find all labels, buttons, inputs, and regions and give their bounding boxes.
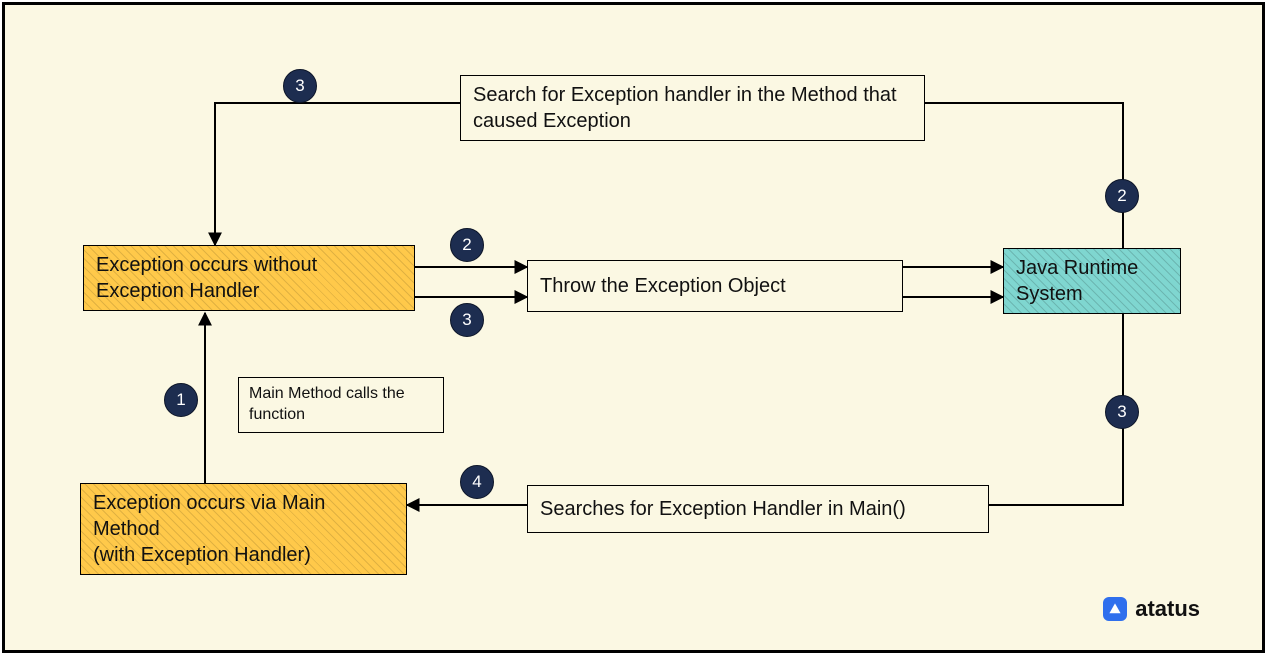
badge-2-mid: 2 [450, 228, 484, 262]
badge-3-right: 3 [1105, 395, 1139, 429]
badge-3-top: 3 [283, 69, 317, 103]
box-exception-without-handler: Exception occurs without Exception Handl… [83, 245, 415, 311]
brand-logo: atatus [1103, 596, 1200, 622]
text: Throw the Exception Object [540, 275, 786, 297]
text: Search for Exception handler in the Meth… [473, 84, 897, 132]
box-throw-exception-object: Throw the Exception Object [527, 260, 903, 312]
text: Searches for Exception Handler in Main() [540, 498, 906, 520]
text: Java Runtime System [1016, 257, 1138, 305]
diagram-frame: Search for Exception handler in the Meth… [2, 2, 1265, 653]
brand-icon [1103, 597, 1127, 621]
badge-4-bottom: 4 [460, 465, 494, 499]
badge-3-mid: 3 [450, 303, 484, 337]
text: Main Method calls the function [249, 385, 405, 423]
text: Exception occurs without Exception Handl… [96, 254, 317, 302]
badge-1-left: 1 [164, 383, 198, 417]
box-search-main: Searches for Exception Handler in Main() [527, 485, 989, 533]
box-exception-via-main: Exception occurs via Main Method (with E… [80, 483, 407, 575]
box-java-runtime-system: Java Runtime System [1003, 248, 1181, 314]
text: Exception occurs via Main Method (with E… [93, 492, 325, 566]
box-search-method: Search for Exception handler in the Meth… [460, 75, 925, 141]
brand-name: atatus [1135, 596, 1200, 622]
badge-2-right: 2 [1105, 179, 1139, 213]
box-main-calls-note: Main Method calls the function [238, 377, 444, 433]
